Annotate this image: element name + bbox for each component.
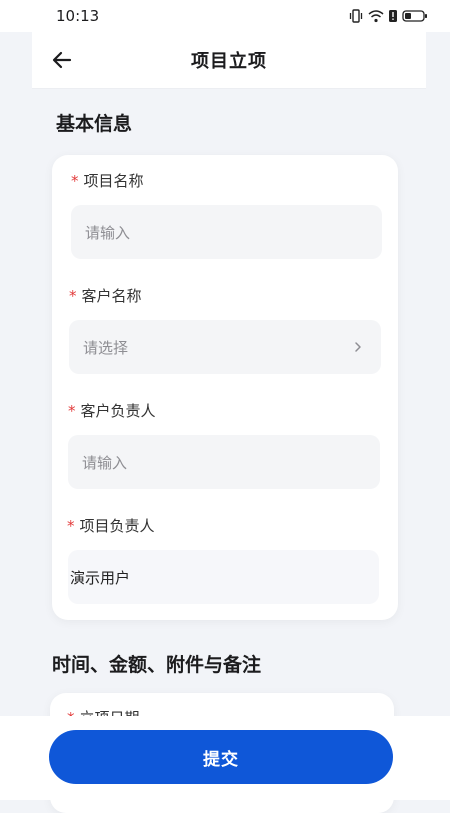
project-owner-input[interactable]: 演示用户 [68, 550, 379, 604]
customer-name-select[interactable]: 请选择 [69, 320, 381, 374]
vibrate-icon [349, 9, 363, 23]
project-owner-value: 演示用户 [70, 568, 131, 587]
customer-contact-input[interactable]: 请输入 [68, 435, 380, 489]
wifi-icon [368, 10, 384, 23]
battery-icon [402, 10, 427, 22]
required-marker: * [69, 287, 77, 305]
required-marker: * [67, 517, 75, 535]
alert-icon [389, 10, 397, 22]
nav-bar: 项目立项 [32, 32, 426, 89]
submit-button[interactable]: 提交 [49, 730, 393, 784]
field-label-customer-name: * 客户名称 [69, 285, 142, 306]
project-name-input[interactable]: 请输入 [71, 205, 382, 259]
field-label-project-owner: * 项目负责人 [67, 515, 155, 536]
page-title: 项目立项 [191, 51, 267, 72]
required-marker: * [71, 172, 79, 190]
back-arrow-icon[interactable] [50, 48, 74, 72]
submit-label: 提交 [203, 749, 239, 770]
section-title-time: 时间、金额、附件与备注 [52, 654, 262, 676]
status-bar: 10:13 [0, 0, 450, 32]
chevron-right-icon [355, 342, 361, 352]
field-label-customer-contact: * 客户负责人 [68, 400, 156, 421]
field-label-text: 项目名称 [83, 172, 144, 190]
required-marker: * [68, 402, 76, 420]
field-label-text: 客户名称 [81, 287, 142, 305]
field-label-text: 客户负责人 [80, 402, 156, 420]
status-time: 10:13 [56, 7, 100, 25]
customer-name-placeholder: 请选择 [83, 338, 129, 357]
project-name-placeholder: 请输入 [85, 223, 131, 242]
status-icons [348, 9, 428, 23]
field-label-project-name: * 项目名称 [71, 170, 144, 191]
customer-contact-placeholder: 请输入 [82, 453, 128, 472]
field-label-text: 项目负责人 [79, 517, 155, 535]
section-title-basic: 基本信息 [56, 113, 133, 135]
